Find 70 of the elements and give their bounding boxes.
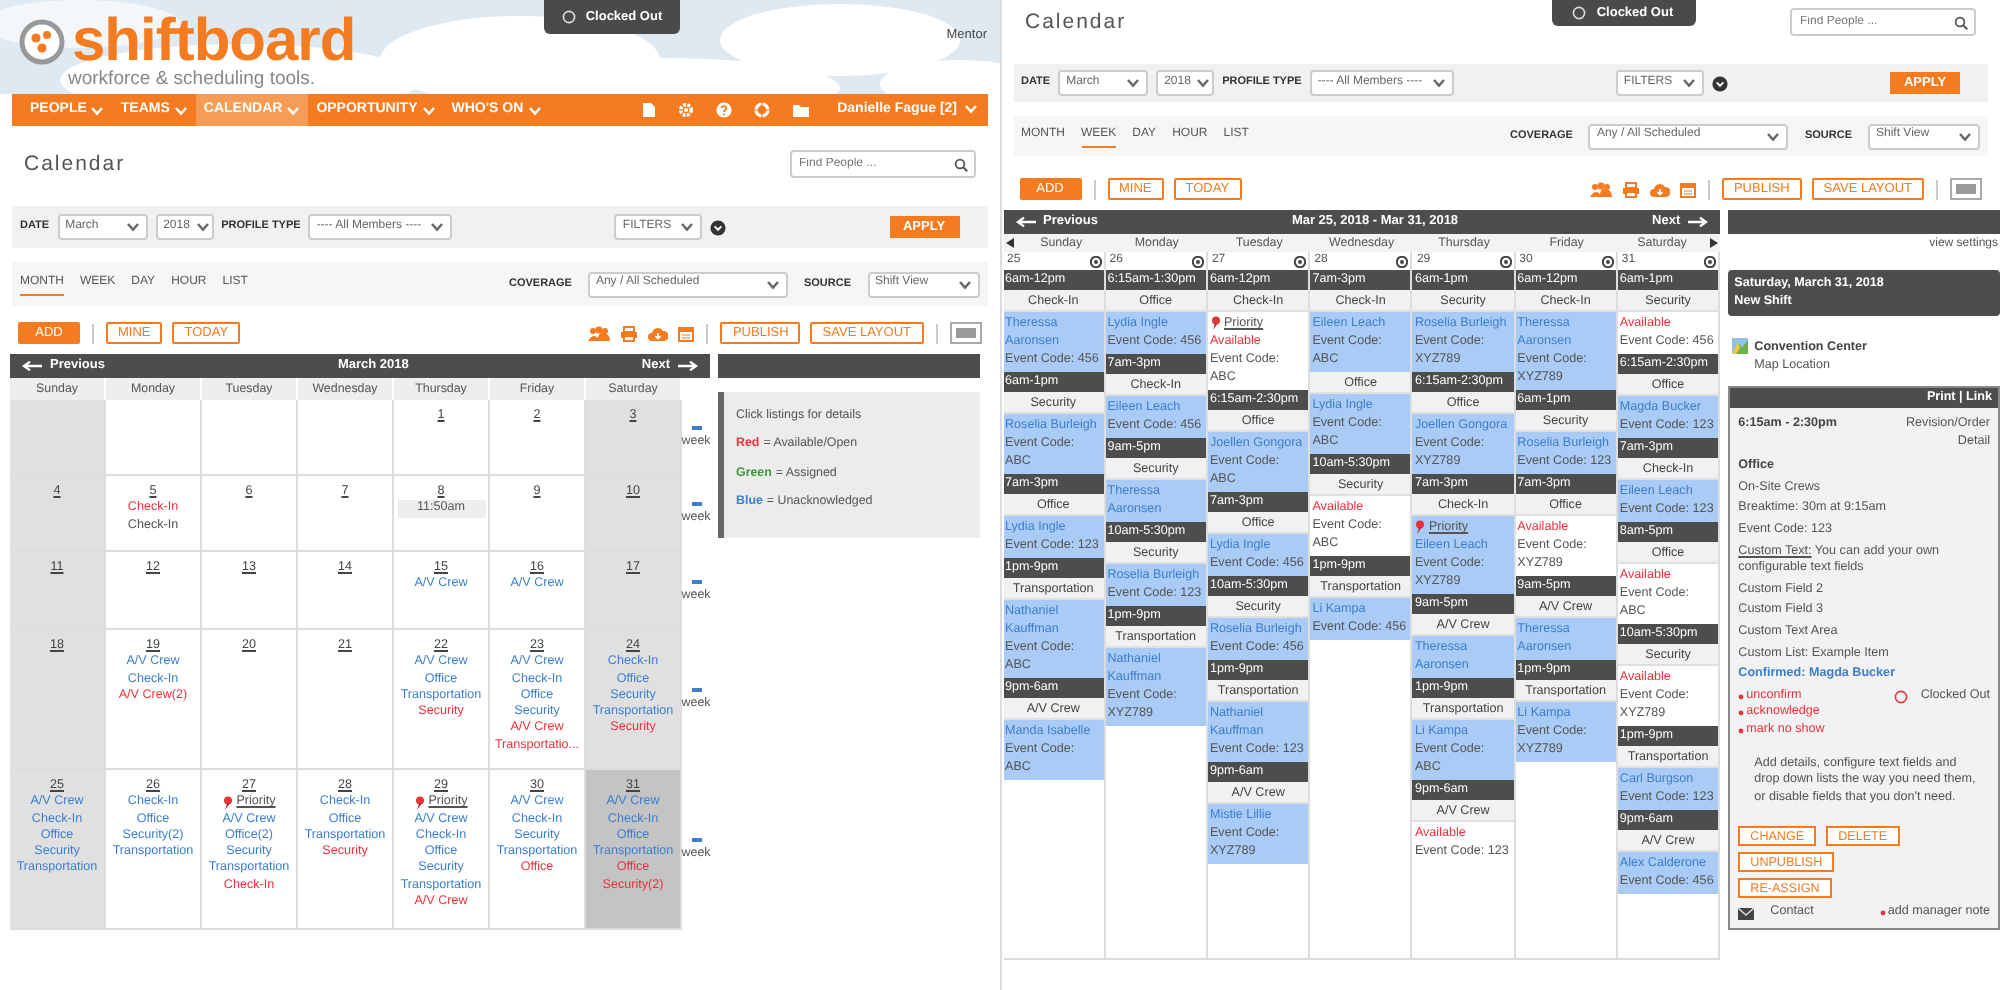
chevron-circle-icon[interactable] [1711, 75, 1728, 91]
layout-toggle-button[interactable] [949, 322, 981, 344]
day-cell[interactable] [298, 400, 394, 476]
chevron-down-icon [90, 105, 105, 115]
dash-icon[interactable] [691, 502, 701, 507]
chevron-down-icon [957, 279, 971, 289]
chevron-down-icon [527, 105, 542, 115]
bullet-icon [1738, 727, 1745, 734]
chevron-down-icon [680, 222, 695, 232]
arrow-left-icon [1015, 215, 1035, 228]
bullet-icon [1738, 710, 1745, 717]
document-icon[interactable] [641, 102, 656, 118]
calendar-icon[interactable] [1679, 181, 1696, 197]
bullet-icon [1738, 693, 1745, 700]
map-icon [1732, 338, 1749, 354]
circle-icon [561, 10, 576, 24]
chevron-down-icon [1126, 78, 1141, 88]
chevron-down-icon [195, 222, 210, 232]
bullet-icon [1879, 910, 1886, 917]
printer-icon[interactable] [1621, 181, 1640, 197]
circle-icon [1572, 6, 1587, 20]
day-cell[interactable] [10, 400, 106, 476]
lifebuoy-icon[interactable] [753, 102, 770, 118]
chevron-down-icon [1431, 78, 1446, 88]
chevron-down-icon [421, 105, 436, 115]
chevron-down-icon [173, 105, 188, 115]
triangle-right-icon[interactable] [1710, 238, 1719, 248]
chevron-down-icon [1196, 78, 1211, 88]
logo-icon [18, 18, 66, 66]
page-title: Calendar [1025, 9, 1127, 35]
chevron-down-icon [430, 222, 445, 232]
layout-toggle-button[interactable] [1950, 178, 1982, 200]
chevron-circle-icon[interactable] [710, 219, 727, 235]
pin-icon [222, 795, 235, 810]
pin-icon [414, 795, 427, 810]
settings-icon[interactable] [677, 102, 694, 118]
chevron-down-icon [1766, 131, 1781, 141]
search-icon [953, 157, 967, 171]
help-icon[interactable] [715, 102, 732, 118]
arrow-right-icon [678, 359, 698, 372]
printer-icon[interactable] [620, 325, 639, 341]
day-cell[interactable] [202, 400, 298, 476]
arrow-left-icon [22, 359, 42, 372]
chevron-down-icon [125, 222, 140, 232]
chevron-down-icon [765, 279, 780, 289]
circle-icon [1894, 689, 1909, 704]
chevron-down-icon [1958, 131, 1972, 141]
chevron-down-icon [1681, 78, 1696, 88]
dash-icon[interactable] [691, 426, 701, 431]
dash-icon[interactable] [691, 688, 701, 693]
pin-icon [1209, 316, 1222, 330]
calendar-icon[interactable] [678, 325, 695, 341]
dash-icon[interactable] [691, 579, 701, 584]
folder-icon[interactable] [791, 103, 810, 117]
people-icon[interactable] [588, 325, 611, 341]
logo-tagline: workforce & scheduling tools. [68, 68, 318, 90]
chevron-down-icon [286, 105, 301, 115]
mail-icon[interactable] [1738, 907, 1755, 920]
arrow-right-icon [1688, 215, 1709, 228]
cloud-download-icon[interactable] [1649, 181, 1670, 197]
page-title: Calendar [24, 151, 126, 177]
cloud-download-icon[interactable] [648, 325, 669, 341]
triangle-left-icon[interactable] [1005, 238, 1013, 248]
dash-icon[interactable] [691, 838, 701, 843]
chevron-down-icon [963, 104, 977, 115]
pin-icon [1414, 520, 1427, 534]
people-icon[interactable] [1589, 181, 1612, 197]
logo-wordmark: shiftboard [72, 12, 356, 72]
day-cell[interactable] [106, 400, 202, 476]
search-icon [1954, 15, 1968, 29]
